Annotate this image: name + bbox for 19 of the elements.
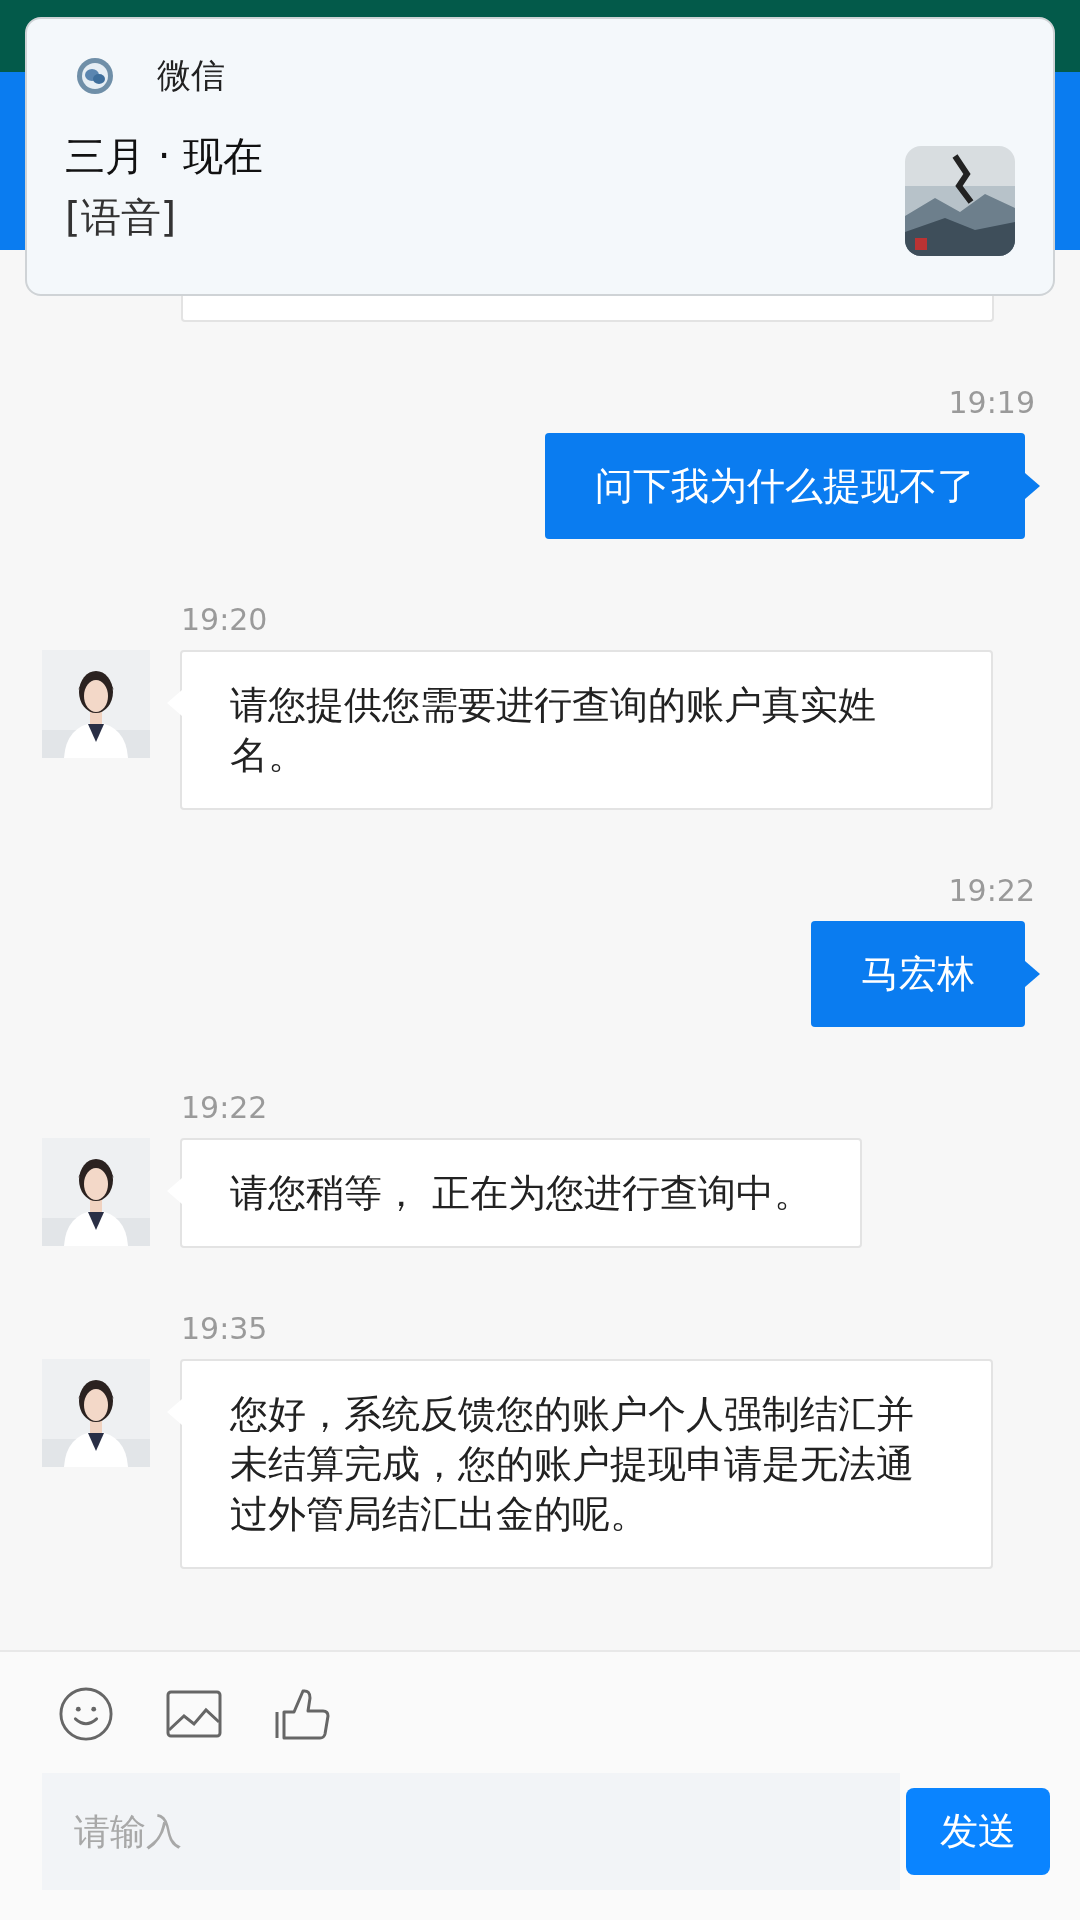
notification-title: 三月 · 现在 xyxy=(65,132,264,181)
bubble-tail xyxy=(1025,473,1041,499)
bubble-tail xyxy=(166,1178,182,1204)
bubble-tail xyxy=(166,1399,182,1425)
message-time: 19:22 xyxy=(181,1090,269,1126)
send-button[interactable]: 发送 xyxy=(906,1788,1050,1875)
message-input[interactable]: 请输入 xyxy=(42,1773,900,1890)
message-time: 19:35 xyxy=(181,1311,269,1347)
bubble-tail xyxy=(1025,961,1041,987)
thumbs-up-icon[interactable] xyxy=(274,1687,330,1741)
chat-bubbles-icon xyxy=(75,56,115,96)
notification-card[interactable]: 微信 三月 · 现在 [语音] xyxy=(25,17,1055,296)
app-name: 微信 xyxy=(157,54,225,97)
message-time: 19:22 xyxy=(948,873,1035,909)
notification-text: [语音] xyxy=(65,193,178,242)
bubble-tail xyxy=(166,690,182,716)
message-time: 19:19 xyxy=(948,385,1035,421)
message-time: 19:20 xyxy=(181,602,269,638)
smiley-icon[interactable] xyxy=(58,1687,114,1741)
